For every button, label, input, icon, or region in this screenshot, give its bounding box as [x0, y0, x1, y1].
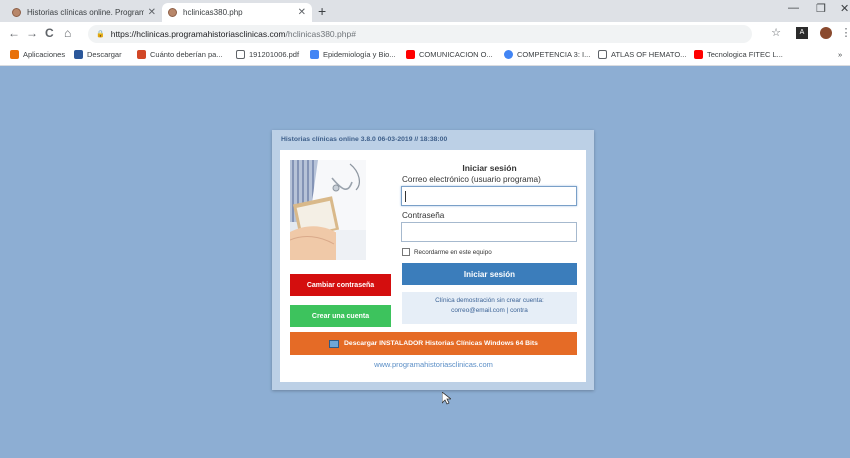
bookmark-aplicaciones[interactable]: Aplicaciones	[10, 50, 65, 59]
bookmark-label: ATLAS OF HEMATO...	[611, 50, 687, 59]
forward-icon[interactable]: →	[26, 26, 38, 40]
demo-info-box: Clínica demostración sin crear cuenta: c…	[402, 292, 577, 324]
email-field[interactable]	[401, 186, 577, 206]
windows-installer-icon	[329, 339, 340, 348]
bookmark-label: 191201006.pdf	[249, 50, 300, 59]
site-favicon-icon	[12, 8, 21, 17]
close-tab-icon[interactable]: ✕	[148, 7, 156, 18]
bookmark-tecnologica[interactable]: Tecnologica FITEC L...	[694, 50, 783, 59]
file-icon	[598, 50, 607, 59]
tab-label: hclinicas380.php	[183, 8, 243, 17]
menu-icon[interactable]: ⋮	[840, 27, 850, 39]
bookmark-competencia[interactable]: COMPETENCIA 3: I...	[504, 50, 590, 59]
mouse-cursor-icon	[442, 392, 451, 405]
login-heading: Iniciar sesión	[462, 163, 517, 173]
login-card: Historias clínicas online 3.8.0 06-03-20…	[272, 130, 594, 390]
remember-me[interactable]: Recordarme en este equipo	[402, 248, 492, 256]
tab-label: Historias clínicas online. Program	[27, 8, 144, 17]
bookmark-atlas[interactable]: ATLAS OF HEMATO...	[598, 50, 686, 59]
youtube-icon	[694, 50, 703, 59]
remember-checkbox[interactable]	[402, 248, 410, 256]
tab-historias-clinicas[interactable]: Historias clínicas online. Program ✕	[6, 3, 162, 22]
bookmarks-bar: Aplicaciones Descargar Cuánto deberían p…	[0, 46, 850, 66]
bookmark-label: COMUNICACION O...	[419, 50, 493, 59]
file-icon	[236, 50, 245, 59]
download-installer-button[interactable]: Descargar INSTALADOR Historias Clínicas …	[290, 332, 577, 355]
bookmark-label: Aplicaciones	[23, 50, 66, 59]
create-account-button[interactable]: Crear una cuenta	[290, 305, 391, 327]
close-window-icon[interactable]: ✕	[840, 2, 849, 15]
close-tab-icon[interactable]: ✕	[298, 7, 306, 18]
profile-avatar-icon[interactable]	[820, 27, 832, 39]
login-card-body: Cambiar contraseña Crear una cuenta Inic…	[280, 150, 586, 382]
globe-icon	[504, 50, 513, 59]
restore-icon[interactable]: ❐	[816, 2, 826, 15]
browser-tab-strip: Historias clínicas online. Program ✕ hcl…	[0, 0, 850, 22]
new-tab-button[interactable]: +	[318, 3, 326, 19]
page-background: Historias clínicas online 3.8.0 06-03-20…	[0, 66, 850, 458]
tab-hclinicas380[interactable]: hclinicas380.php ✕	[162, 3, 312, 22]
address-host: https://hclinicas.programahistoriasclini…	[110, 29, 286, 39]
reload-icon[interactable]: C	[45, 26, 54, 40]
password-label: Contraseña	[402, 211, 445, 220]
browser-toolbar: ← → C ⌂ 🔒 https://hclinicas.programahist…	[0, 22, 850, 46]
bookmark-epidemiologia[interactable]: Epidemiología y Bio...	[310, 50, 396, 59]
back-icon[interactable]: ←	[8, 26, 20, 40]
download-installer-label: Descargar INSTALADOR Historias Clínicas …	[344, 340, 538, 347]
address-path: /hclinicas380.php#	[285, 29, 356, 39]
doctor-clipboard-image	[290, 160, 366, 260]
address-bar[interactable]: 🔒 https://hclinicas.programahistoriascli…	[88, 25, 752, 43]
demo-info-line2: correo@email.com | contra	[451, 307, 528, 314]
remember-label: Recordarme en este equipo	[414, 248, 492, 256]
bookmark-label: Tecnologica FITEC L...	[707, 50, 783, 59]
bookmark-cuanto-deberian[interactable]: Cuánto deberían pa...	[137, 50, 223, 59]
bookmark-label: Cuánto deberían pa...	[150, 50, 223, 59]
minimize-icon[interactable]: —	[788, 2, 799, 14]
site-favicon-icon	[168, 8, 177, 17]
bookmark-label: Descargar	[87, 50, 122, 59]
extension-pdf-icon[interactable]: A	[796, 27, 808, 39]
app-title: Historias clínicas online 3.8.0 06-03-20…	[281, 136, 448, 143]
apps-grid-icon	[10, 50, 19, 59]
demo-info-line1: Clínica demostración sin crear cuenta:	[435, 297, 544, 304]
email-label: Correo electrónico (usuario programa)	[402, 175, 541, 184]
lock-icon: 🔒	[96, 31, 105, 38]
bookmark-descargar[interactable]: Descargar	[74, 50, 122, 59]
more-bookmarks-icon[interactable]: »	[838, 50, 842, 59]
doc-icon	[310, 50, 319, 59]
powerpoint-icon	[137, 50, 146, 59]
change-password-button[interactable]: Cambiar contraseña	[290, 274, 391, 296]
bookmark-pdf[interactable]: 191201006.pdf	[236, 50, 299, 59]
website-link[interactable]: www.programahistoriasclinicas.com	[290, 360, 577, 369]
star-icon[interactable]: ☆	[770, 27, 782, 39]
home-icon[interactable]: ⌂	[64, 26, 71, 40]
login-button[interactable]: Iniciar sesión	[402, 263, 577, 285]
word-icon	[74, 50, 83, 59]
bookmark-label: Epidemiología y Bio...	[323, 50, 396, 59]
youtube-icon	[406, 50, 415, 59]
bookmark-comunicacion[interactable]: COMUNICACION O...	[406, 50, 493, 59]
password-field[interactable]	[401, 222, 577, 242]
bookmark-label: COMPETENCIA 3: I...	[517, 50, 591, 59]
text-caret	[405, 191, 406, 202]
